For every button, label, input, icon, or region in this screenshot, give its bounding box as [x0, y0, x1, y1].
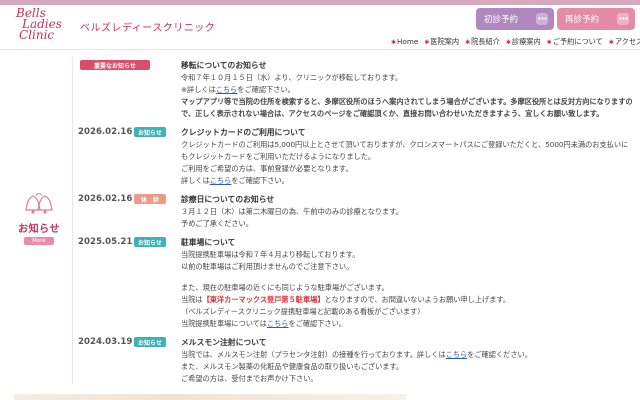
- banner-image: [14, 394, 406, 400]
- nav-item-about-clinic[interactable]: ✱医院案内: [424, 37, 459, 47]
- news-item: 2024.03.19 お知らせ メルスモン注射について 当院では、メルスモン注射…: [78, 337, 634, 385]
- notice-badge: お知らせ: [134, 127, 166, 137]
- nav-label: 診療案内: [511, 37, 541, 46]
- news-text: ３月１２日（木）は第二木曜日の為、午前中のみの診療となります。: [181, 207, 403, 216]
- nav-item-reservation[interactable]: ✱ご予約について: [547, 37, 603, 47]
- news-item: 2026.02.16 休 診 診療日についてのお知らせ ３月１２日（木）は第二木…: [78, 194, 634, 230]
- repeat-visit-reservation-button[interactable]: 再診予約 •••: [557, 8, 635, 30]
- news-text-part: 当院では、メルスモン注射（プラセンタ注射）の接種を行っております。詳しくは: [181, 350, 446, 359]
- news-text-part: となりますので、お間違いないようお願い申し上げます。: [324, 295, 511, 304]
- news-text-part: をご確認下さい。: [288, 319, 346, 328]
- nav-label: アクセス: [614, 37, 640, 46]
- first-visit-reservation-button[interactable]: 初診予約 •••: [476, 8, 554, 30]
- nav-bullet-icon: ✱: [391, 39, 397, 46]
- news-title: 診療日についてのお知らせ: [181, 195, 275, 204]
- clinic-logo[interactable]: Bells Ladies Clinic: [16, 7, 76, 50]
- news-text-part: をご確認ください。: [467, 350, 532, 359]
- news-date: 2024.03.19: [78, 337, 133, 347]
- repeat-visit-label: 再診予約: [565, 15, 600, 25]
- news-text-part: をご確認下さい。: [237, 85, 295, 94]
- news-text: 令和７年１０月１５日（水）より、クリニックが移転しております。: [181, 73, 403, 82]
- notice-badge: お知らせ: [134, 237, 166, 247]
- notice-badge: お知らせ: [134, 337, 166, 347]
- news-title: クレジットカードのご利用について: [181, 128, 306, 137]
- nav-label: Home: [397, 37, 419, 46]
- news-text: ご利用をご希望の方は、事前登録が必要となります。: [181, 164, 353, 173]
- news-list: 重要なお知らせ 移転についてのお知らせ 令和７年１０月１５日（水）より、クリニッ…: [78, 60, 634, 392]
- nav-label: 医院案内: [430, 37, 460, 46]
- nav-bullet-icon: ✱: [505, 39, 511, 46]
- news-date: 2026.02.16: [78, 194, 133, 204]
- parking-name: 【東洋カーマックス登戸第５駐車場】: [202, 295, 325, 304]
- closed-badge: 休 診: [134, 194, 166, 204]
- news-text: 予めご了承ください。: [181, 219, 253, 228]
- nav-bullet-icon: ✱: [465, 39, 471, 46]
- nav-label: ご予約について: [552, 37, 603, 46]
- nav-bullet-icon: ✱: [546, 39, 552, 46]
- top-accent-bar: [0, 0, 640, 5]
- news-title: メルスモン注射について: [181, 338, 267, 347]
- news-text-part: 当院は: [181, 295, 203, 304]
- nav-item-access[interactable]: ✱アクセス: [609, 37, 640, 47]
- global-nav: ✱Home ✱医院案内 ✱院長紹介 ✱診療案内 ✱ご予約について ✱アクセス: [391, 37, 640, 47]
- important-badge: 重要なお知らせ: [80, 60, 150, 70]
- news-sidebar: お知らせ More: [14, 192, 64, 245]
- news-text: また、メルスモン製薬の化粧品や健康食品の取り扱いもございます。: [181, 362, 404, 371]
- news-text-part: 当院提携駐車場については: [181, 319, 267, 328]
- news-text: （ベルズレディースクリニック提携駐車場と記載のある看板がございます）: [181, 307, 425, 316]
- news-text-part: 詳しくは: [181, 176, 210, 185]
- news-text-part: をご確認下さい。: [231, 176, 289, 185]
- news-item: 重要なお知らせ 移転についてのお知らせ 令和７年１０月１５日（水）より、クリニッ…: [78, 60, 634, 120]
- details-link[interactable]: こちら: [267, 319, 289, 328]
- first-visit-label: 初診予約: [484, 15, 519, 25]
- details-link[interactable]: こちら: [210, 176, 232, 185]
- news-text: 以前の駐車場はご利用頂けませんのでご注意下さい。: [181, 262, 354, 271]
- news-text-part: ※詳しくは: [181, 85, 216, 94]
- nav-label: 院長紹介: [471, 37, 500, 46]
- clinic-name: ベルズレディースクリニック: [80, 23, 216, 34]
- news-heading: お知らせ: [18, 224, 60, 235]
- news-title: 移転についてのお知らせ: [181, 61, 267, 70]
- news-text: ※詳しくはこちらをご確認下さい。: [181, 84, 634, 96]
- news-text: ご希望の方は、受付までお声かけ下さい。: [181, 374, 318, 383]
- news-item: 2026.02.16 お知らせ クレジットカードのご利用について クレジットカー…: [78, 127, 634, 187]
- more-button[interactable]: More: [24, 237, 54, 245]
- dots-icon: •••: [617, 13, 629, 25]
- news-item: 2025.05.21 お知らせ 駐車場について 当院提携駐車場は令和７年４月より…: [78, 237, 634, 330]
- nav-item-director[interactable]: ✱院長紹介: [465, 37, 500, 47]
- header-divider: [0, 49, 640, 50]
- news-text: また、現在の駐車場の近くにも同じような駐車場がございます。: [181, 283, 389, 292]
- news-date: 2025.05.21: [78, 237, 133, 247]
- news-text: 当院では、メルスモン注射（プラセンタ注射）の接種を行っております。詳しくはこちら…: [181, 349, 634, 361]
- details-link[interactable]: こちら: [216, 85, 238, 94]
- dots-icon: •••: [536, 13, 548, 25]
- news-date: 2026.02.16: [78, 127, 133, 137]
- news-title: 駐車場について: [181, 238, 236, 247]
- news-text: クレジットカードのご利用は5,000円以上とさせて頂いておりますが、クロンスマー…: [181, 140, 629, 161]
- bells-icon: [25, 193, 53, 214]
- nav-bullet-icon: ✱: [608, 39, 614, 46]
- news-text: 当院は【東洋カーマックス登戸第５駐車場】となりますので、お間違いないようお願い申…: [181, 294, 634, 306]
- details-link[interactable]: こちら: [446, 350, 468, 359]
- nav-item-treatment[interactable]: ✱診療案内: [506, 37, 541, 47]
- nav-item-home[interactable]: ✱Home: [391, 37, 418, 47]
- map-warning-text: マップアプリ等で当院の住所を検索すると、多摩区役所のほうへ案内されてしまう場合が…: [181, 97, 633, 118]
- news-text: 詳しくはこちらをご確認下さい。: [181, 175, 634, 187]
- column-divider: [72, 56, 73, 384]
- logo-line-3: Clinic: [19, 28, 55, 42]
- news-text: 当院提携駐車場についてはこちらをご確認下さい。: [181, 318, 634, 330]
- news-text: 当院提携駐車場は令和７年４月より移転しております。: [181, 250, 360, 259]
- nav-bullet-icon: ✱: [424, 39, 430, 46]
